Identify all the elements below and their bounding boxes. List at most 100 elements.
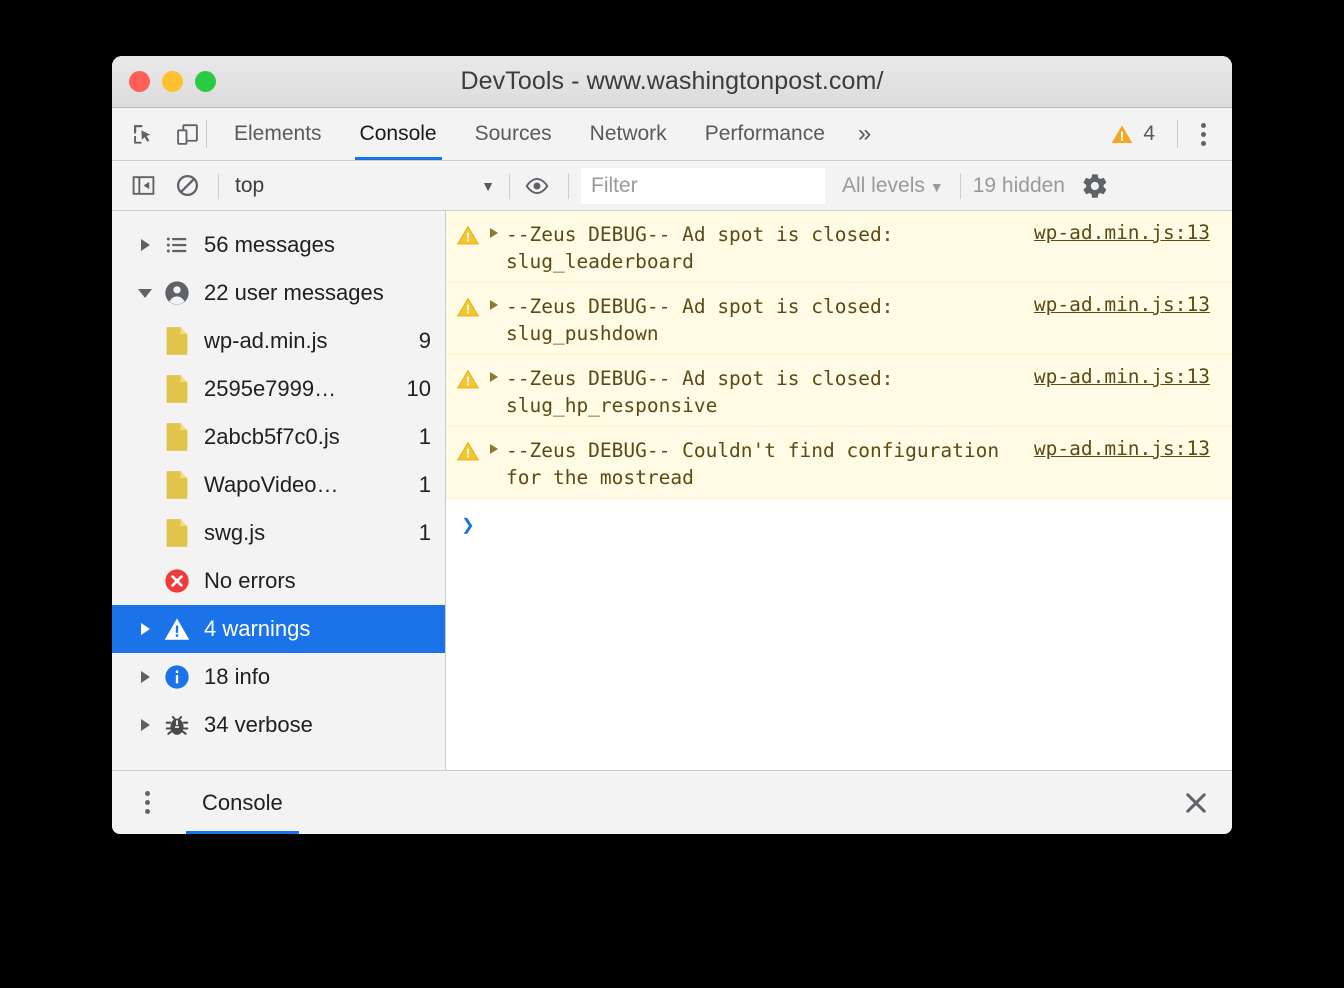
console-message-row[interactable]: --Zeus DEBUG-- Ad spot is closed: slug_p…: [446, 283, 1232, 355]
error-icon: [160, 567, 194, 595]
drawer: Console: [112, 770, 1232, 834]
sidebar-item-verbose[interactable]: 34 verbose: [112, 701, 445, 749]
list-icon: [160, 232, 194, 258]
warning-icon: [446, 289, 490, 319]
status-badge[interactable]: 4: [1096, 122, 1169, 146]
filter-input[interactable]: [581, 168, 825, 204]
console-messages-area: --Zeus DEBUG-- Ad spot is closed: slug_l…: [446, 211, 1232, 770]
show-console-sidebar-icon[interactable]: [128, 171, 158, 201]
tab-elements[interactable]: Elements: [215, 108, 341, 160]
warning-icon: [446, 217, 490, 247]
more-tabs-button[interactable]: »: [844, 108, 885, 160]
tab-network[interactable]: Network: [571, 108, 686, 160]
chevron-right-icon[interactable]: [130, 623, 160, 635]
sidebar-item-file-wapovideo[interactable]: WapoVideo… 1: [112, 461, 445, 509]
chevron-down-icon[interactable]: [130, 289, 160, 298]
toolbar-divider-4: [960, 173, 961, 199]
log-level-selector[interactable]: All levels▼: [842, 174, 944, 198]
toolbar-divider-3: [568, 173, 569, 199]
sidebar-item-count: 1: [419, 472, 431, 498]
warning-icon: [446, 361, 490, 391]
console-message-row[interactable]: --Zeus DEBUG-- Couldn't find configurati…: [446, 427, 1232, 499]
console-message-text: --Zeus DEBUG-- Ad spot is closed: slug_h…: [506, 361, 1034, 419]
close-drawer-icon[interactable]: [1182, 789, 1210, 817]
console-message-row[interactable]: --Zeus DEBUG-- Ad spot is closed: slug_h…: [446, 355, 1232, 427]
person-icon: [160, 279, 194, 307]
expand-message-icon[interactable]: [490, 433, 506, 454]
tabbar-right-divider: [1177, 120, 1178, 148]
window-title: DevTools - www.washingtonpost.com/: [112, 67, 1232, 96]
tabbar-right: 4: [1096, 108, 1232, 160]
warning-count: 4: [1143, 122, 1155, 146]
sidebar-item-warnings[interactable]: 4 warnings: [112, 605, 445, 653]
tabbar-left-icons: [112, 108, 206, 160]
execution-context-label: top: [235, 174, 264, 198]
sidebar-item-label: 4 warnings: [204, 616, 431, 642]
title-bar: DevTools - www.washingtonpost.com/: [112, 56, 1232, 108]
sidebar-item-label: wp-ad.min.js: [204, 328, 419, 354]
execution-context-selector[interactable]: top ▼: [231, 174, 507, 198]
drawer-tab-console[interactable]: Console: [186, 771, 299, 834]
tab-console[interactable]: Console: [341, 108, 456, 160]
toolbar-divider-1: [218, 173, 219, 199]
clear-console-icon[interactable]: [172, 171, 202, 201]
sidebar-item-label: 2abcb5f7c0.js: [204, 424, 419, 450]
console-body: 56 messages 22 user messages: [112, 211, 1232, 770]
sidebar-item-file-wp-ad[interactable]: wp-ad.min.js 9: [112, 317, 445, 365]
chevron-right-icon[interactable]: [130, 719, 160, 731]
sidebar-item-label: 34 verbose: [204, 712, 431, 738]
console-message-source-link[interactable]: wp-ad.min.js:13: [1034, 433, 1232, 460]
sidebar-item-count: 9: [419, 328, 431, 354]
sidebar-item-no-errors[interactable]: No errors: [112, 557, 445, 605]
sidebar-item-label: 56 messages: [204, 232, 431, 258]
more-vertical-icon[interactable]: [1186, 117, 1220, 151]
inspect-element-icon[interactable]: [130, 121, 156, 147]
console-prompt-input[interactable]: [490, 513, 1232, 541]
expand-message-icon[interactable]: [490, 361, 506, 382]
sidebar-item-count: 1: [419, 520, 431, 546]
expand-message-icon[interactable]: [490, 217, 506, 238]
prompt-chevron-icon: ❯: [446, 513, 490, 538]
file-icon: [160, 470, 194, 500]
hidden-messages-count[interactable]: 19 hidden: [973, 174, 1065, 198]
devtools-window: DevTools - www.washingtonpost.com/: [112, 56, 1232, 834]
sidebar-item-info[interactable]: 18 info: [112, 653, 445, 701]
panel-tab-bar: Elements Console Sources Network Perform…: [112, 108, 1232, 161]
warning-icon: [160, 615, 194, 643]
chevron-down-icon: ▼: [930, 179, 944, 195]
tab-sources[interactable]: Sources: [456, 108, 571, 160]
live-expression-icon[interactable]: [522, 171, 552, 201]
tabbar-divider: [206, 120, 207, 148]
sidebar-item-count: 10: [407, 376, 431, 402]
console-message-source-link[interactable]: wp-ad.min.js:13: [1034, 217, 1232, 244]
file-icon: [160, 326, 194, 356]
expand-message-icon[interactable]: [490, 289, 506, 310]
sidebar-item-file-2595e7999[interactable]: 2595e7999… 10: [112, 365, 445, 413]
tab-performance[interactable]: Performance: [686, 108, 844, 160]
console-toolbar: top ▼ All levels▼ 19 hidden: [112, 161, 1232, 211]
sidebar-item-label: 18 info: [204, 664, 431, 690]
file-icon: [160, 374, 194, 404]
sidebar-item-all-messages[interactable]: 56 messages: [112, 221, 445, 269]
sidebar-item-user-messages[interactable]: 22 user messages: [112, 269, 445, 317]
sidebar-item-label: No errors: [204, 568, 431, 594]
console-message-row[interactable]: --Zeus DEBUG-- Ad spot is closed: slug_l…: [446, 211, 1232, 283]
console-message-text: --Zeus DEBUG-- Couldn't find configurati…: [506, 433, 1034, 491]
sidebar-item-label: 2595e7999…: [204, 376, 407, 402]
console-prompt[interactable]: ❯: [446, 499, 1232, 541]
bug-icon: [160, 711, 194, 739]
console-message-text: --Zeus DEBUG-- Ad spot is closed: slug_p…: [506, 289, 1034, 347]
sidebar-item-label: WapoVideo…: [204, 472, 419, 498]
sidebar-item-file-swg[interactable]: swg.js 1: [112, 509, 445, 557]
console-message-source-link[interactable]: wp-ad.min.js:13: [1034, 361, 1232, 388]
settings-gear-icon[interactable]: [1081, 172, 1109, 200]
file-icon: [160, 422, 194, 452]
chevron-right-icon[interactable]: [130, 239, 160, 251]
warning-icon: [1110, 122, 1134, 146]
chevron-right-icon[interactable]: [130, 671, 160, 683]
more-vertical-icon[interactable]: [130, 786, 164, 820]
sidebar-item-file-2abcb5f7c0[interactable]: 2abcb5f7c0.js 1: [112, 413, 445, 461]
sidebar-item-label: 22 user messages: [204, 280, 431, 306]
device-toolbar-icon[interactable]: [174, 121, 200, 147]
console-message-source-link[interactable]: wp-ad.min.js:13: [1034, 289, 1232, 316]
